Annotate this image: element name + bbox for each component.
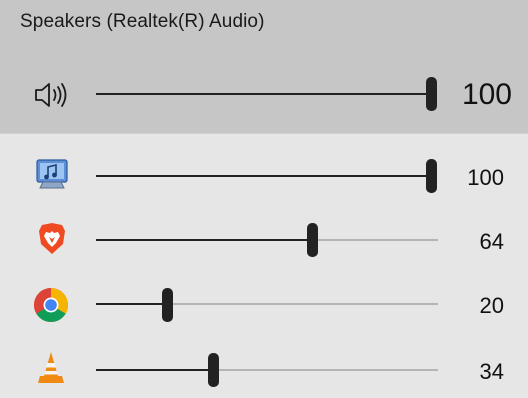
master-volume-thumb[interactable] [426, 77, 437, 111]
brave-icon[interactable] [37, 222, 67, 261]
master-volume-track[interactable] [96, 93, 432, 95]
chrome-volume-track[interactable] [96, 303, 438, 305]
master-volume-value: 100 [461, 78, 512, 111]
speaker-icon[interactable] [34, 81, 72, 114]
brave-volume-fill [96, 239, 315, 241]
chrome-volume-value: 20 [479, 293, 504, 318]
vlc-volume-value: 34 [479, 359, 504, 384]
section-divider [0, 133, 528, 134]
chrome-volume-fill [96, 303, 168, 305]
brave-volume-track[interactable] [96, 239, 438, 241]
brave-volume-value: 64 [479, 229, 504, 254]
vlc-volume-track[interactable] [96, 369, 438, 371]
vlc-icon[interactable] [36, 350, 66, 391]
system-sounds-volume-track[interactable] [96, 175, 432, 177]
system-sounds-icon[interactable] [34, 157, 70, 196]
device-title[interactable]: Speakers (Realtek(R) Audio) [20, 11, 265, 33]
chrome-icon[interactable] [33, 287, 69, 328]
chrome-volume-thumb[interactable] [162, 288, 173, 322]
system-sounds-volume-thumb[interactable] [426, 159, 437, 193]
brave-volume-thumb[interactable] [307, 223, 318, 257]
vlc-volume-thumb[interactable] [208, 353, 219, 387]
master-volume-fill [96, 93, 432, 95]
vlc-volume-fill [96, 369, 213, 371]
system-sounds-volume-value: 100 [467, 165, 504, 190]
system-sounds-volume-fill [96, 175, 432, 177]
